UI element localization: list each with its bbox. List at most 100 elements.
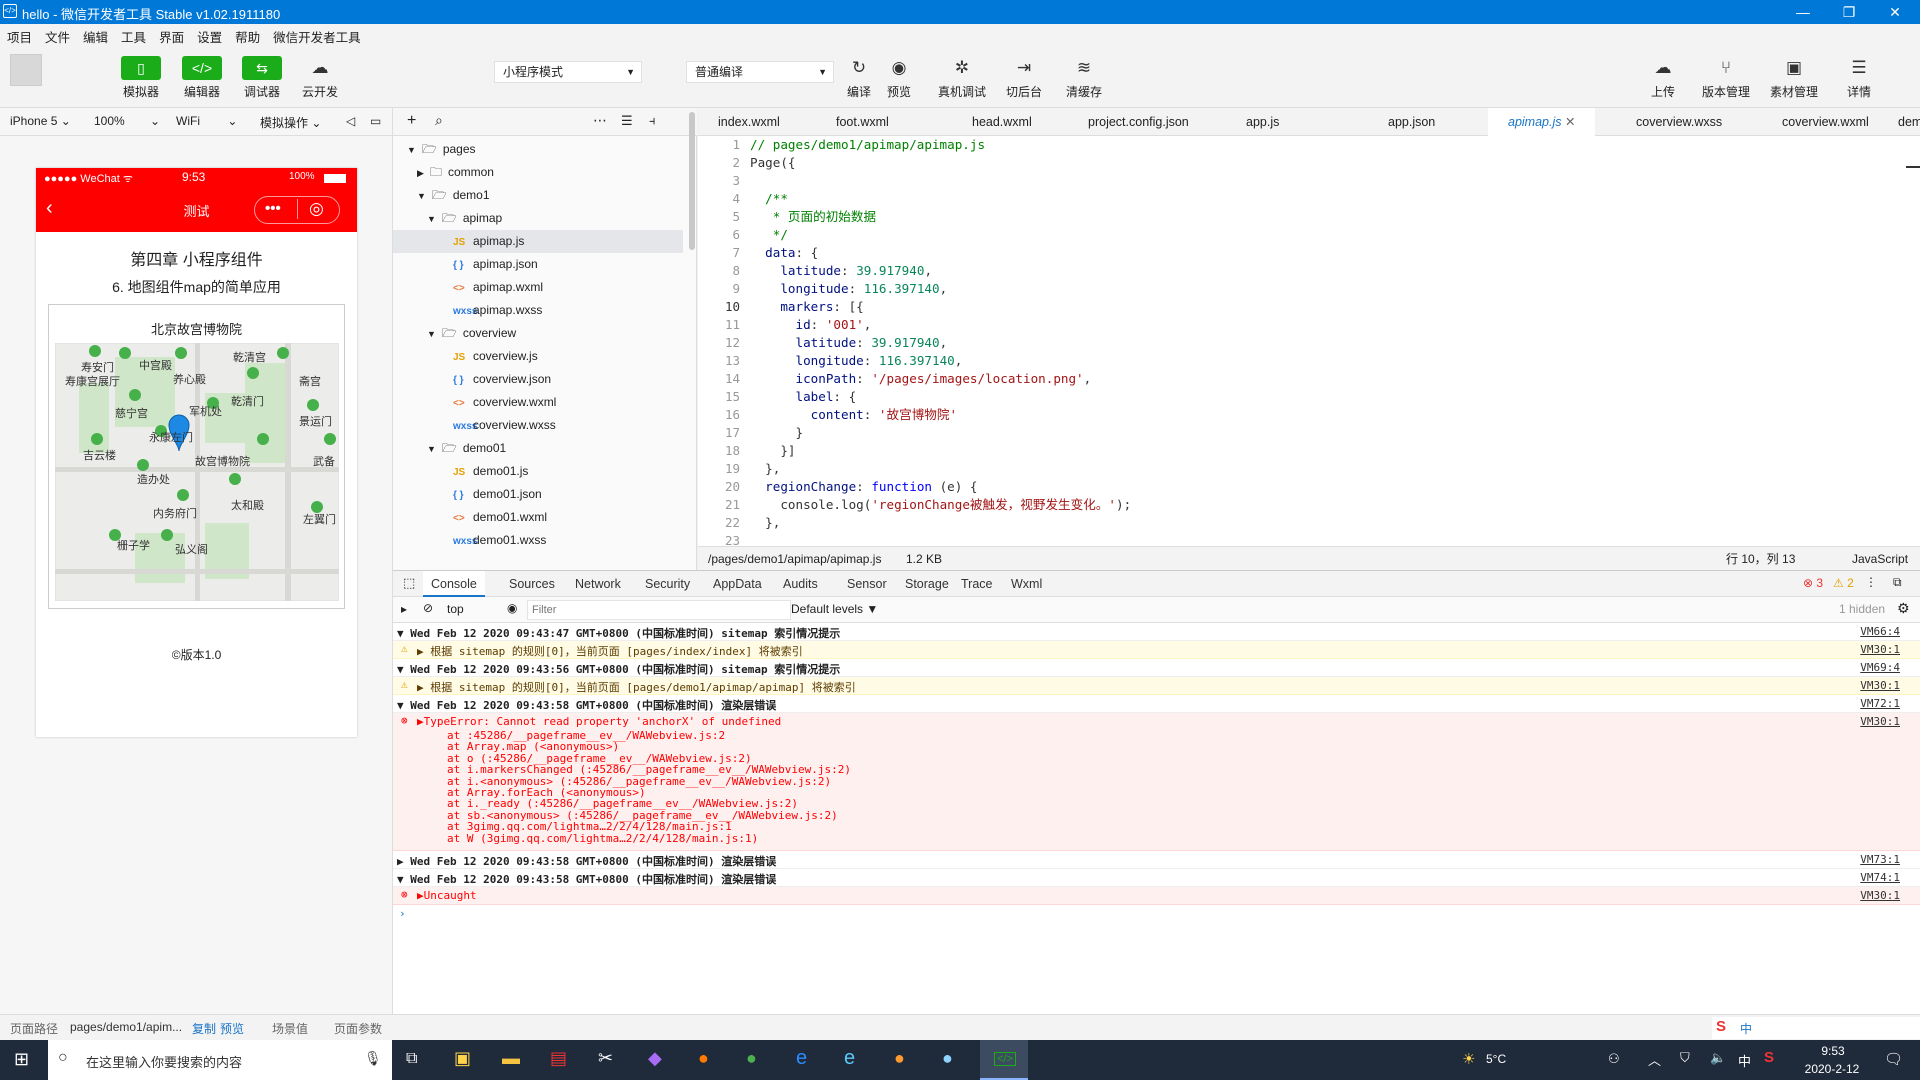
tree-folder[interactable]: ▼ 🗁 demo1: [393, 184, 683, 207]
gear-icon[interactable]: ⚙: [1897, 600, 1910, 617]
log-source-link[interactable]: VM72:1: [1860, 697, 1900, 710]
show-hidden-icons[interactable]: ︿: [1648, 1050, 1661, 1069]
cursor-position[interactable]: 行 10，列 13: [1726, 547, 1795, 571]
devtools-tab-audits[interactable]: Audits: [775, 571, 826, 597]
file-explorer-icon[interactable]: ▬: [502, 1048, 520, 1069]
tree-folder[interactable]: ▼ 🗁 apimap: [393, 207, 683, 230]
clock-time[interactable]: 9:53: [1800, 1044, 1866, 1058]
split-icon[interactable]: ⫞: [649, 113, 656, 129]
log-source-link[interactable]: VM30:1: [1860, 889, 1900, 902]
code-line[interactable]: latitude: 39.917940,: [750, 334, 1870, 352]
code-line[interactable]: markers: [{: [750, 298, 1870, 316]
close-target-icon[interactable]: ◎: [309, 199, 324, 219]
preview-button[interactable]: ◉ 预览: [884, 56, 914, 100]
tree-file[interactable]: { } demo01.json: [393, 483, 683, 506]
devtools-tab-trace[interactable]: Trace: [953, 571, 1001, 597]
close-tab-icon[interactable]: ✕: [1562, 115, 1575, 129]
compile-mode-select[interactable]: 普通编译 ▼: [686, 61, 834, 83]
wechat-devtools-taskbar-button[interactable]: </>: [980, 1040, 1028, 1080]
kebab-icon[interactable]: ⋮: [1865, 575, 1877, 589]
ime-indicator[interactable]: 中: [1738, 1051, 1751, 1070]
compile-button[interactable]: ↻ 编译: [844, 56, 874, 100]
tree-file[interactable]: JS coverview.js: [393, 345, 683, 368]
devtools-tab-sources[interactable]: Sources: [501, 571, 563, 597]
details-button[interactable]: ☰ 详情: [1844, 56, 1874, 100]
log-warning[interactable]: ⚠ ▶ 根据 sitemap 的规则[0]，当前页面 [pages/demo1/a…: [393, 677, 1920, 695]
editor-tab[interactable]: demo02.wxss: [1878, 108, 1920, 136]
code-line[interactable]: console.log('regionChange被触发，视野发生变化。');: [750, 496, 1870, 514]
code-line[interactable]: regionChange: function (e) {: [750, 478, 1870, 496]
editor-tab[interactable]: head.wxml: [952, 108, 1052, 136]
inspect-icon[interactable]: ⬚: [403, 575, 415, 591]
menu-tools[interactable]: 工具: [114, 24, 152, 46]
editor-tab[interactable]: foot.wxml: [816, 108, 909, 136]
menu-file[interactable]: 文件: [38, 24, 76, 46]
task-view-icon[interactable]: ⧉: [406, 1050, 417, 1068]
devtools-tab-security[interactable]: Security: [637, 571, 698, 597]
code-area[interactable]: // pages/demo1/apimap/apimap.js Page({ /*…: [750, 136, 1870, 540]
mode-select[interactable]: 小程序模式 ▼: [494, 61, 642, 83]
log-error[interactable]: ⊗ ▶Uncaught VM30:1: [393, 887, 1920, 905]
code-line[interactable]: label: {: [750, 388, 1870, 406]
code-line[interactable]: content: '故宫博物院': [750, 406, 1870, 424]
tree-folder[interactable]: ▶ 🗀 common: [393, 161, 683, 184]
clear-console-icon[interactable]: ⊘: [423, 601, 433, 615]
close-button[interactable]: ✕: [1872, 0, 1918, 24]
log-warning[interactable]: ⚠ ▶ 根据 sitemap 的规则[0]，当前页面 [pages/index/i…: [393, 641, 1920, 659]
simulate-action-select[interactable]: 模拟操作 ⌄: [260, 114, 321, 131]
code-line[interactable]: /**: [750, 190, 1870, 208]
avatar[interactable]: [10, 54, 42, 86]
log-source-link[interactable]: VM74:1: [1860, 871, 1900, 884]
ime-toolbar[interactable]: S 中: [1712, 1017, 1920, 1039]
tree-file[interactable]: wxsscoverview.wxss: [393, 414, 683, 437]
log-group-header[interactable]: ▼ Wed Feb 12 2020 09:43:58 GMT+0800 (中国标…: [393, 869, 1920, 887]
store-icon[interactable]: ▣: [454, 1048, 471, 1069]
app-icon-red[interactable]: ▤: [550, 1048, 567, 1069]
log-source-link[interactable]: VM30:1: [1860, 643, 1900, 656]
volume-icon[interactable]: 🔈: [1710, 1050, 1726, 1066]
menu-edit[interactable]: 编辑: [76, 24, 114, 46]
code-line[interactable]: longitude: 116.397140,: [750, 280, 1870, 298]
maximize-button[interactable]: ❐: [1826, 0, 1872, 24]
version-control-button[interactable]: ⑂ 版本管理: [1702, 56, 1750, 100]
tree-file[interactable]: JS apimap.js: [393, 230, 683, 253]
ie-icon[interactable]: e: [844, 1047, 855, 1070]
menu-wechat-devtools[interactable]: 微信开发者工具: [266, 24, 367, 46]
code-line[interactable]: id: '001',: [750, 316, 1870, 334]
log-source-link[interactable]: VM66:4: [1860, 625, 1900, 638]
tool-icon[interactable]: ✂: [598, 1048, 613, 1069]
add-icon[interactable]: +: [407, 112, 416, 130]
sidebar-toggle-icon[interactable]: ▸: [401, 602, 407, 616]
firefox-icon[interactable]: ●: [698, 1048, 709, 1069]
network-select[interactable]: WiFi ⌄: [176, 114, 237, 128]
log-levels-select[interactable]: Default levels ▼: [791, 602, 878, 616]
clock-date[interactable]: 2020-2-12: [1796, 1062, 1868, 1076]
remote-debug-button[interactable]: ✲ 真机调试: [938, 56, 986, 100]
code-line[interactable]: },: [750, 460, 1870, 478]
devtools-tab-appdata[interactable]: AppData: [705, 571, 770, 597]
tree-folder[interactable]: ▼ 🗁 pages: [393, 138, 683, 161]
tree-file[interactable]: { } coverview.json: [393, 368, 683, 391]
more-icon[interactable]: ⋯: [593, 112, 607, 129]
people-icon[interactable]: ⚇: [1608, 1051, 1620, 1067]
edge-icon[interactable]: e: [796, 1047, 807, 1070]
upload-button[interactable]: ☁ 上传: [1648, 56, 1678, 100]
code-line[interactable]: longitude: 116.397140,: [750, 352, 1870, 370]
copy-link[interactable]: 复制: [192, 1020, 216, 1037]
tree-file[interactable]: wxssapimap.wxss: [393, 299, 683, 322]
log-error[interactable]: ⊗ ▶TypeError: Cannot read property 'ancho…: [393, 713, 1920, 851]
microphone-icon[interactable]: 🎙: [364, 1050, 382, 1067]
code-line[interactable]: },: [750, 514, 1870, 532]
tree-file[interactable]: { } apimap.json: [393, 253, 683, 276]
code-line[interactable]: // pages/demo1/apimap/apimap.js: [750, 136, 1870, 154]
code-line[interactable]: [750, 172, 1870, 190]
collapse-icon[interactable]: ☰: [621, 113, 633, 129]
assets-button[interactable]: ▣ 素材管理: [1770, 56, 1818, 100]
taskbar-search-box[interactable]: ○ 在这里输入你要搜索的内容 🎙: [48, 1040, 392, 1080]
editor-tab[interactable]: apimap.js ✕: [1488, 108, 1596, 136]
code-line[interactable]: Page({: [750, 154, 1870, 172]
menu-project[interactable]: 项目: [0, 24, 38, 46]
code-line[interactable]: */: [750, 226, 1870, 244]
zoom-select[interactable]: 100% ⌄: [94, 114, 160, 128]
scrollbar[interactable]: [689, 112, 695, 250]
